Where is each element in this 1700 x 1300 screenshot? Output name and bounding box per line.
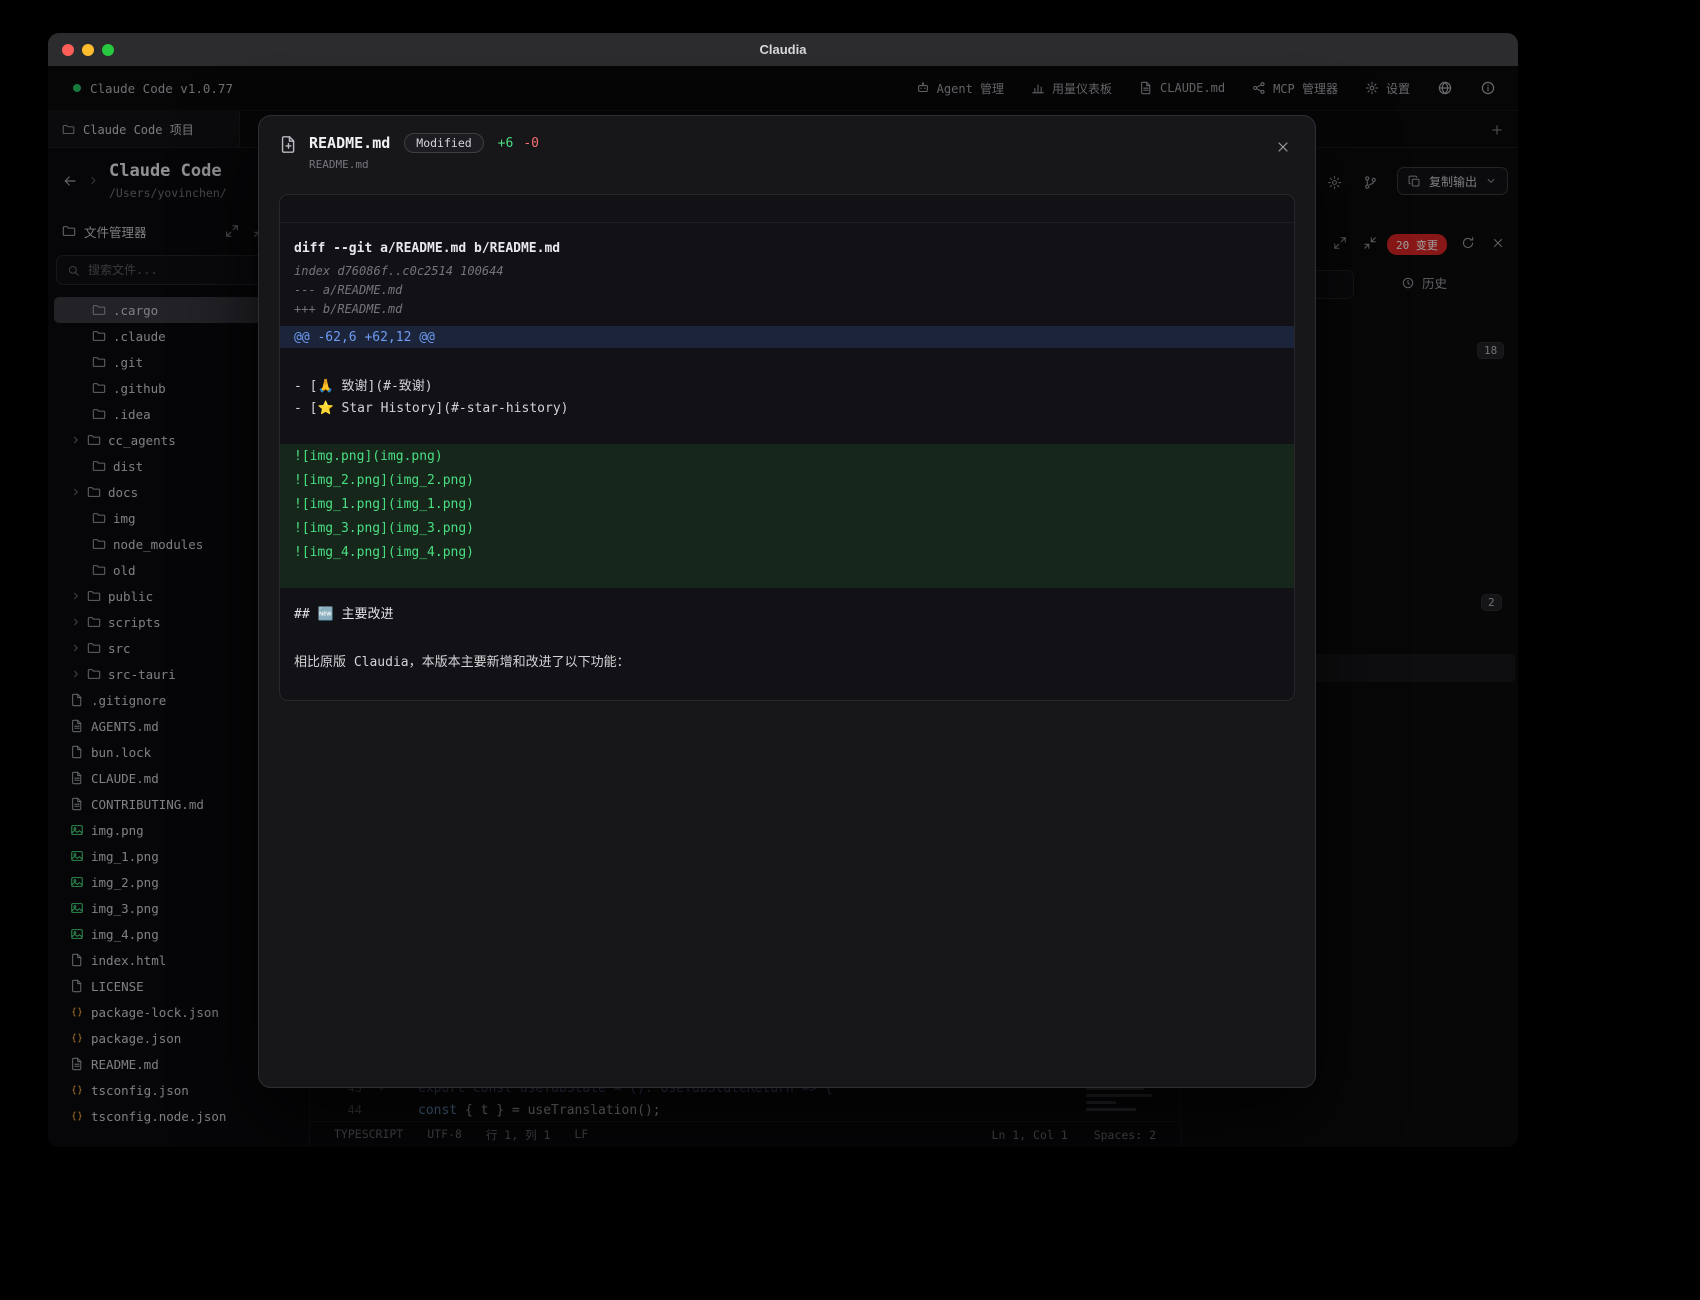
zoom-window-button[interactable]	[102, 44, 114, 56]
diff-added-line: ![img_1.png](img_1.png)	[280, 492, 1294, 516]
modal-subtitle: README.md	[309, 158, 1271, 171]
traffic-lights	[62, 44, 114, 56]
titlebar: Claudia	[48, 33, 1518, 66]
diff-meta-line: +++ b/README.md	[280, 299, 1294, 318]
additions-count: +6	[498, 136, 514, 151]
diff-content: diff --git a/README.md b/README.mdindex …	[280, 223, 1294, 672]
modified-badge: Modified	[404, 133, 483, 153]
diff-line	[280, 420, 1294, 444]
close-icon	[1275, 139, 1291, 155]
close-window-button[interactable]	[62, 44, 74, 56]
app-window: Claudia Claude Code v1.0.77 Agent 管理用量仪表…	[48, 33, 1518, 1147]
file-diff-icon	[279, 135, 298, 154]
modal-close-button[interactable]	[1271, 135, 1295, 159]
modal-header: README.md Modified +6 -0 README.md	[259, 116, 1315, 171]
diff-context-line: - [🙏 致谢](#-致谢)	[280, 372, 1294, 396]
minimize-window-button[interactable]	[82, 44, 94, 56]
diff-added-line: ![img_4.png](img_4.png)	[280, 540, 1294, 564]
deletions-count: -0	[523, 136, 539, 151]
diff-added-line: ![img_2.png](img_2.png)	[280, 468, 1294, 492]
diff-added-line: ![img.png](img.png)	[280, 444, 1294, 468]
diff-meta-line: index d76086f..c0c2514 100644	[280, 261, 1294, 280]
modal-title: README.md	[309, 134, 390, 152]
diff-line	[280, 624, 1294, 648]
file-diff-icon-wrap	[279, 135, 298, 154]
diff-context-line: ## 🆕 主要改进	[280, 600, 1294, 624]
diff-panel-toolbar	[280, 195, 1294, 223]
file-diff-modal: README.md Modified +6 -0 README.md diff …	[258, 115, 1316, 1088]
diff-added-line: ![img_3.png](img_3.png)	[280, 516, 1294, 540]
diff-hunk-header: @@ -62,6 +62,12 @@	[280, 326, 1294, 348]
diff-line	[280, 348, 1294, 372]
diff-panel: diff --git a/README.md b/README.mdindex …	[279, 194, 1295, 701]
window-title: Claudia	[760, 42, 807, 57]
diff-context-line: - [⭐ Star History](#-star-history)	[280, 396, 1294, 420]
diff-counts: +6 -0	[498, 136, 539, 151]
diff-meta-line: --- a/README.md	[280, 280, 1294, 299]
diff-context-line: 相比原版 Claudia，本版本主要新增和改进了以下功能：	[280, 648, 1294, 672]
diff-file-header: diff --git a/README.md b/README.md	[280, 235, 1294, 261]
diff-added-line	[280, 564, 1294, 588]
